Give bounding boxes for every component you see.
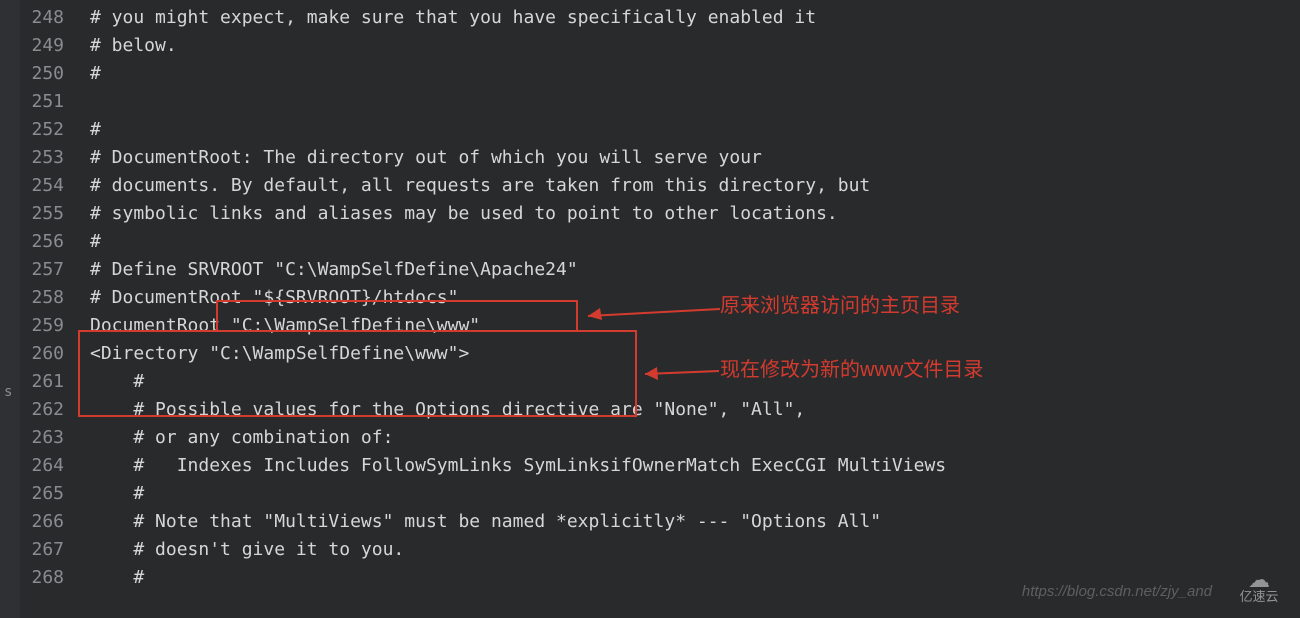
code-line[interactable]: # or any combination of:: [90, 424, 946, 452]
code-line[interactable]: # below.: [90, 32, 946, 60]
code-line[interactable]: # documents. By default, all requests ar…: [90, 172, 946, 200]
line-number: 253: [0, 144, 78, 172]
line-number: 263: [0, 424, 78, 452]
cloud-icon: ☁: [1222, 570, 1296, 590]
line-number: 255: [0, 200, 78, 228]
line-number: 254: [0, 172, 78, 200]
code-editor[interactable]: s 24824925025125225325425525625725825926…: [0, 0, 1300, 618]
line-number: 261: [0, 368, 78, 396]
line-number: 266: [0, 508, 78, 536]
line-number-gutter: 2482492502512522532542552562572582592602…: [0, 0, 78, 592]
line-number: 259: [0, 312, 78, 340]
code-line[interactable]: #: [90, 228, 946, 256]
code-line[interactable]: # doesn't give it to you.: [90, 536, 946, 564]
line-number: 267: [0, 536, 78, 564]
line-number: 265: [0, 480, 78, 508]
line-number: 251: [0, 88, 78, 116]
code-line[interactable]: # Possible values for the Options direct…: [90, 396, 946, 424]
line-number: 256: [0, 228, 78, 256]
code-line[interactable]: # Indexes Includes FollowSymLinks SymLin…: [90, 452, 946, 480]
watermark-url: https://blog.csdn.net/zjy_and: [1022, 578, 1212, 606]
line-number: 250: [0, 60, 78, 88]
line-number: 260: [0, 340, 78, 368]
line-number: 258: [0, 284, 78, 312]
line-number: 268: [0, 564, 78, 592]
code-line[interactable]: #: [90, 116, 946, 144]
watermark-brand: 亿速云: [1222, 590, 1296, 604]
code-line[interactable]: [90, 88, 946, 116]
code-line[interactable]: #: [90, 564, 946, 592]
code-line[interactable]: # Note that "MultiViews" must be named *…: [90, 508, 946, 536]
code-line[interactable]: # you might expect, make sure that you h…: [90, 4, 946, 32]
code-line[interactable]: # Define SRVROOT "C:\WampSelfDefine\Apac…: [90, 256, 946, 284]
line-number: 257: [0, 256, 78, 284]
line-number: 248: [0, 4, 78, 32]
code-line[interactable]: #: [90, 480, 946, 508]
line-number: 252: [0, 116, 78, 144]
code-line[interactable]: # symbolic links and aliases may be used…: [90, 200, 946, 228]
code-line[interactable]: # DocumentRoot: The directory out of whi…: [90, 144, 946, 172]
watermark-logo: ☁ 亿速云: [1222, 570, 1296, 614]
line-number: 264: [0, 452, 78, 480]
code-line[interactable]: #: [90, 60, 946, 88]
annotation-text-2: 现在修改为新的www文件目录: [720, 356, 983, 384]
line-number: 249: [0, 32, 78, 60]
line-number: 262: [0, 396, 78, 424]
annotation-text-1: 原来浏览器访问的主页目录: [720, 292, 960, 320]
